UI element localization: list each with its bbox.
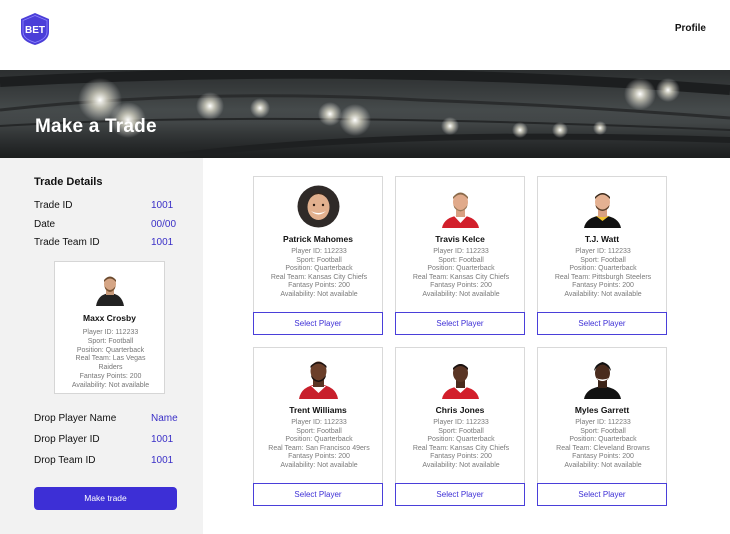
date-value: 00/00 [151,219,177,230]
drop-player-info: Player ID: 112233 Sport: Football Positi… [71,329,150,389]
player-avatar [297,185,340,228]
date-label: Date [34,219,56,230]
select-player-button[interactable]: Select Player [537,312,667,335]
player-card: Trent Williams Player ID: 112233 Sport: … [253,347,383,506]
trade-team-id-value: 1001 [151,237,174,248]
player-info: Player ID: 112233 Sport: Football Positi… [268,419,370,469]
trade-team-id-label: Trade Team ID [34,237,100,248]
player-info: Player ID: 112233 Sport: Football Positi… [412,419,510,469]
player-avatar [442,192,479,228]
player-name: Chris Jones [435,405,485,415]
player-name: Travis Kelce [435,234,485,244]
player-card: Travis Kelce Player ID: 112233 Sport: Fo… [395,176,525,335]
select-player-button[interactable]: Select Player [253,312,383,335]
drop-player-card: Maxx Crosby Player ID: 112233 Sport: Foo… [54,261,165,394]
drop-player-name: Maxx Crosby [83,313,136,323]
select-player-button[interactable]: Select Player [395,312,525,335]
drop-player-id-value: 1001 [151,434,174,445]
stadium-image [0,70,730,158]
select-player-button[interactable]: Select Player [395,483,525,506]
player-name: Patrick Mahomes [283,234,353,244]
logo-text: BET [25,25,45,36]
player-name: Myles Garrett [574,405,630,415]
player-card: Chris Jones Player ID: 112233 Sport: Foo… [395,347,525,506]
player-name: T.J. Watt [584,234,620,244]
page-title: Make a Trade [35,116,157,137]
player-avatar [442,364,479,399]
make-trade-button[interactable]: Make trade [34,487,177,510]
player-avatar [584,193,621,228]
drop-player-name-value: Name [151,413,178,424]
player-card: Myles Garrett Player ID: 112233 Sport: F… [537,347,667,506]
drop-team-id-label: Drop Team ID [34,455,96,466]
player-name: Trent Williams [289,405,347,415]
trade-id-value: 1001 [151,200,174,211]
player-info: Player ID: 112233 Sport: Football Positi… [556,419,650,469]
select-player-button[interactable]: Select Player [537,483,667,506]
player-card: Patrick Mahomes Player ID: 112233 Sport:… [253,176,383,335]
trade-details-panel: Trade Details Trade ID 1001 Date 00/00 T… [0,158,203,534]
trade-id-label: Trade ID [34,200,73,211]
select-player-button[interactable]: Select Player [253,483,383,506]
drop-player-name-label: Drop Player Name [34,413,117,424]
player-avatar [92,270,128,306]
trade-details-title: Trade Details [34,176,103,188]
hero-banner: Make a Trade [0,70,730,158]
drop-team-id-value: 1001 [151,455,174,466]
player-info: Player ID: 112233 Sport: Football Positi… [554,248,652,298]
player-info: Player ID: 112233 Sport: Football Positi… [412,248,510,298]
player-info: Player ID: 112233 Sport: Football Positi… [270,248,368,298]
player-avatar [299,361,338,399]
player-card: T.J. Watt Player ID: 112233 Sport: Footb… [537,176,667,335]
profile-link[interactable]: Profile [675,23,706,34]
drop-player-id-label: Drop Player ID [34,434,100,445]
bet-logo[interactable]: BET [19,12,51,46]
player-avatar [584,362,621,399]
